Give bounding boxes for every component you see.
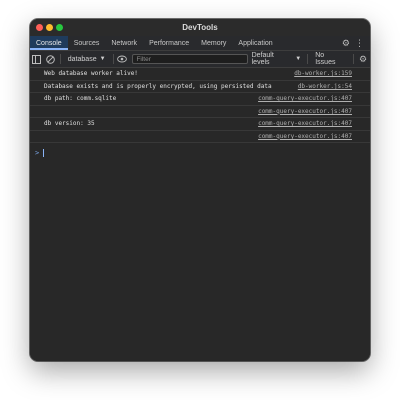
sidebar-toggle-icon[interactable] [30,51,44,67]
tab-label: Memory [201,39,227,47]
window-title: DevTools [182,23,218,32]
log-row: comm-query-executor.js:407 [30,131,370,143]
chevron-down-icon: ▼ [99,56,106,62]
tab-label: Performance [149,39,190,47]
log-row: Database exists and is properly encrypte… [30,81,370,93]
log-message: Database exists and is properly encrypte… [44,82,272,90]
console-settings-gear-icon[interactable]: ⚙ [356,51,370,67]
tab-label: Console [36,39,62,47]
toolbar-divider [307,54,309,64]
source-link[interactable]: comm-query-executor.js:407 [258,120,352,127]
toolbar-divider [353,54,355,64]
levels-label: Default levels [251,52,274,66]
tab-application[interactable]: Application [232,36,278,50]
source-link[interactable]: comm-query-executor.js:407 [258,95,352,102]
issues-button[interactable]: No Issues [310,52,351,66]
log-row: db path: comm.sqlite comm-query-executor… [30,93,370,106]
log-message: db path: comm.sqlite [44,95,117,103]
clear-console-icon[interactable] [44,51,58,67]
tab-actions: ⚙ ⋮ [342,36,370,50]
source-link[interactable]: db-worker.js:54 [298,83,352,90]
panel-tabs: Console Sources Network Performance Memo… [30,36,370,51]
window-controls [36,24,63,31]
source-link[interactable]: db-worker.js:159 [294,70,352,77]
tab-label: Application [238,39,273,47]
console-prompt[interactable]: > [30,147,370,159]
tab-console[interactable]: Console [30,36,68,50]
source-link[interactable]: comm-query-executor.js:407 [258,133,352,140]
tab-label: Sources [73,39,100,47]
tab-performance[interactable]: Performance [143,36,195,50]
text-cursor [43,149,45,157]
log-levels-dropdown[interactable]: Default levels ▼ [248,52,306,66]
console-toolbar: database ▼ Default levels ▼ No Issues ⚙ [30,51,370,68]
source-link[interactable]: comm-query-executor.js:407 [258,108,352,115]
filter-input[interactable] [132,54,248,64]
minimize-button[interactable] [46,24,53,31]
context-selector[interactable]: database ▼ [63,56,111,63]
toolbar-divider [59,54,61,64]
prompt-chevron-icon: > [35,149,40,157]
chevron-down-icon: ▼ [295,56,302,62]
context-label: database [67,55,97,63]
log-row: Web database worker alive! db-worker.js:… [30,68,370,81]
log-message: db version: 35 [44,120,95,128]
live-expression-eye-icon[interactable] [116,51,130,67]
more-options-icon[interactable]: ⋮ [355,38,364,48]
log-row: db version: 35 comm-query-executor.js:40… [30,118,370,131]
tab-memory[interactable]: Memory [195,36,232,50]
maximize-button[interactable] [56,24,63,31]
log-row: comm-query-executor.js:407 [30,106,370,118]
tab-sources[interactable]: Sources [68,36,106,50]
toolbar-divider [112,54,114,64]
tab-network[interactable]: Network [105,36,143,50]
settings-gear-icon[interactable]: ⚙ [342,38,350,48]
title-bar: DevTools [30,19,370,36]
tab-label: Network [111,39,138,47]
log-message: Web database worker alive! [44,70,138,78]
console-output[interactable]: Web database worker alive! db-worker.js:… [30,68,370,361]
devtools-window: DevTools Console Sources Network Perform… [30,19,370,361]
close-button[interactable] [36,24,43,31]
